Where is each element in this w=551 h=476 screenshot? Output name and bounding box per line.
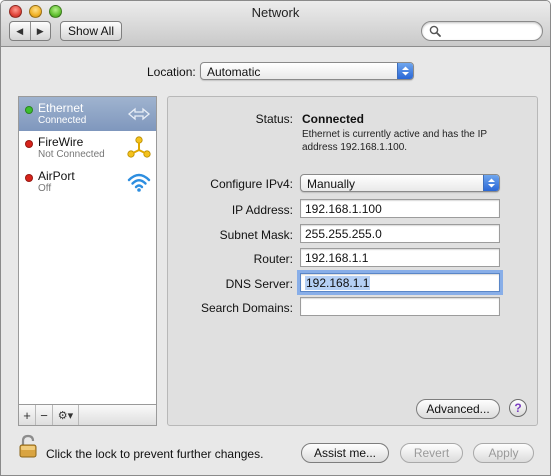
service-status: Connected	[38, 115, 87, 126]
search-icon	[429, 25, 441, 37]
subnet-mask-field[interactable]: 255.255.255.0	[300, 224, 500, 243]
lock-icon[interactable]	[18, 434, 38, 458]
firewire-icon	[127, 136, 151, 158]
lock-message: Click the lock to prevent further change…	[46, 447, 264, 461]
show-all-button[interactable]: Show All	[60, 21, 122, 41]
titlebar: Network ◀ ▶ Show All	[1, 1, 550, 47]
status-value: Connected	[302, 112, 365, 126]
service-status: Not Connected	[38, 149, 105, 160]
ip-address-label: IP Address:	[231, 203, 293, 217]
revert-button[interactable]: Revert	[400, 443, 463, 463]
dns-server-label: DNS Server:	[225, 277, 293, 291]
service-list-controls: + − ⚙▾	[18, 404, 157, 426]
service-item-firewire[interactable]: FireWire Not Connected	[19, 131, 156, 165]
configure-ipv4-label: Configure IPv4:	[210, 177, 293, 191]
location-label: Location:	[147, 65, 196, 79]
status-dot-icon	[25, 174, 33, 182]
subnet-mask-label: Subnet Mask:	[219, 228, 293, 242]
window-title: Network	[251, 5, 300, 20]
gear-icon[interactable]: ⚙▾	[53, 405, 79, 425]
router-field[interactable]: 192.168.1.1	[300, 248, 500, 267]
location-popup[interactable]: Automatic	[200, 62, 414, 80]
service-item-ethernet[interactable]: Ethernet Connected	[19, 97, 156, 131]
back-arrow-icon: ◀	[16, 25, 24, 36]
dns-server-field[interactable]: 192.168.1.1	[297, 270, 503, 295]
search-domains-field[interactable]	[300, 297, 500, 316]
status-label: Status:	[255, 112, 293, 126]
search-domains-label: Search Domains:	[200, 301, 293, 315]
status-dot-icon	[25, 106, 33, 114]
service-status: Off	[38, 183, 52, 194]
popup-arrows-icon	[397, 63, 413, 79]
popup-arrows-icon	[483, 175, 499, 191]
service-name: Ethernet	[38, 101, 84, 115]
service-item-airport[interactable]: AirPort Off	[19, 165, 156, 199]
add-service-button[interactable]: +	[19, 405, 36, 425]
remove-service-button[interactable]: −	[36, 405, 53, 425]
router-label: Router:	[253, 252, 293, 266]
back-forward-control: ◀ ▶	[9, 21, 51, 41]
forward-arrow-icon: ▶	[36, 25, 44, 36]
dns-server-selected-text: 192.168.1.1	[305, 276, 371, 290]
forward-button[interactable]: ▶	[29, 22, 51, 40]
network-preferences-window: Network ◀ ▶ Show All Location: Automatic…	[0, 0, 551, 476]
configure-ipv4-value: Manually	[307, 177, 356, 191]
ethernet-arrows-icon	[127, 107, 151, 121]
service-name: AirPort	[38, 169, 75, 183]
search-field[interactable]	[421, 21, 543, 41]
configure-ipv4-popup[interactable]: Manually	[300, 174, 500, 192]
back-button[interactable]: ◀	[10, 22, 30, 40]
advanced-button[interactable]: Advanced...	[416, 399, 500, 419]
ip-address-field[interactable]: 192.168.1.100	[300, 199, 500, 218]
assist-me-button[interactable]: Assist me...	[301, 443, 389, 463]
service-list: Ethernet Connected FireWire Not Connecte…	[18, 96, 157, 426]
airport-wifi-icon	[127, 173, 151, 192]
status-description-line1: Ethernet is currently active and has the…	[302, 129, 488, 140]
status-dot-icon	[25, 140, 33, 148]
service-name: FireWire	[38, 135, 84, 149]
location-value: Automatic	[207, 65, 261, 79]
help-button[interactable]: ?	[509, 399, 527, 417]
status-description-line2: address 192.168.1.100.	[302, 142, 408, 153]
apply-button[interactable]: Apply	[473, 443, 534, 463]
